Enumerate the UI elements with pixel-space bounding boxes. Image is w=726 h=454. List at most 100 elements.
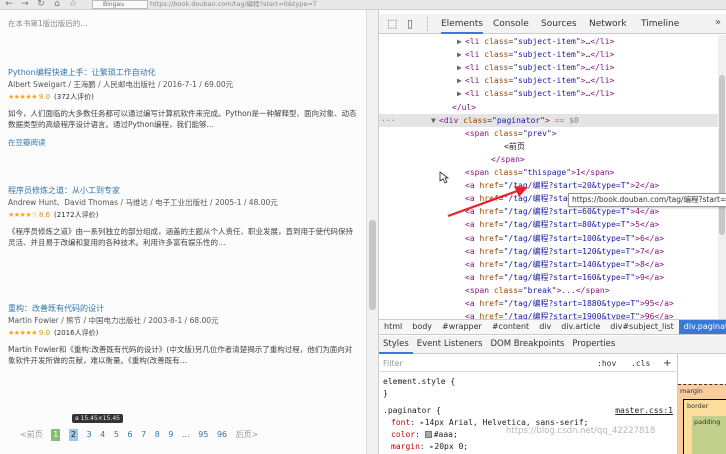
breadcrumb-item[interactable]: #wrapper [437, 320, 487, 334]
pager-link[interactable]: 6 [127, 429, 132, 441]
more-tabs-icon[interactable]: » [715, 17, 721, 28]
book-title-link[interactable]: 程序员修炼之道：从小工到专家 [8, 186, 358, 196]
pager-link[interactable]: 7 [141, 429, 146, 441]
expand-triangle-icon[interactable]: ▶ [457, 61, 465, 74]
pager-link[interactable]: 5 [114, 429, 119, 441]
tab-sources[interactable]: Sources [541, 18, 577, 30]
css-property-row[interactable]: margin: ▸20px 0; [391, 441, 468, 453]
dom-scrollbar[interactable] [718, 35, 726, 319]
dom-attr-value[interactable]: "/tag/编程?start=1880&type=T" [504, 299, 640, 308]
dom-tag-open: <a [465, 194, 475, 204]
dom-node-row[interactable]: <span class="break">...</span> [379, 284, 726, 297]
breadcrumb-item[interactable]: body [407, 320, 437, 334]
dom-node-row[interactable]: ▶ <li class="subject-item">…</li> [379, 48, 726, 61]
css-prop-value[interactable]: #aaa; [434, 430, 458, 439]
element-size-tooltip: a 15.45×15.45 [72, 414, 123, 423]
expand-triangle-icon[interactable]: ▶ [457, 35, 465, 48]
breadcrumb-item[interactable]: html [379, 320, 407, 334]
address-site-chip[interactable]: Bingau [92, 0, 148, 9]
color-swatch-icon[interactable] [424, 431, 432, 438]
dom-attr-value[interactable]: "/tag/编程?start=60&type=T" [504, 207, 631, 216]
dom-node-row[interactable]: <a href="/tag/编程?start=160&type=T">9</a> [379, 271, 726, 284]
dom-attr-value[interactable]: "/tag/编程?start=20&type=T" [504, 181, 631, 190]
page-scrollbar[interactable] [366, 10, 378, 454]
dom-node-row[interactable]: <前页 [379, 140, 726, 153]
tab-console[interactable]: Console [493, 18, 529, 30]
inspect-element-icon[interactable]: ⬚ [387, 17, 397, 30]
dom-attr-value[interactable]: "/tag/编程?start=160&type=T" [504, 273, 636, 282]
pager-link[interactable]: 2 [68, 429, 78, 441]
tab-network[interactable]: Network [589, 18, 627, 30]
pager-next[interactable]: 后页> [236, 429, 259, 441]
tab-timeline[interactable]: Timeline [641, 18, 679, 30]
css-property-row[interactable]: color: #aaa; [391, 429, 458, 441]
dom-attr-value[interactable]: "/tag/编程?start=100&type=T" [504, 234, 636, 243]
dom-node-row[interactable]: <a href="/tag/编程?start=1880&type=T">95</… [379, 297, 726, 310]
pager-link[interactable]: 9 [168, 429, 173, 441]
hover-state-toggle[interactable]: :hov [597, 356, 616, 372]
dom-node-row[interactable]: <a href="/tag/编程?start=120&type=T">7</a> [379, 245, 726, 258]
dom-node-row[interactable]: <a href="/tag/编程?start=140&type=T">8</a> [379, 258, 726, 271]
refresh-icon[interactable]: ↻ [36, 0, 46, 9]
dom-node-row[interactable]: ··· ▼ <div class="paginator"> == $0 [379, 113, 726, 127]
dom-node-row[interactable]: ▶ <li class="subject-item">…</li> [379, 35, 726, 48]
book-title-link[interactable]: 重构：改善既有代码的设计 [8, 304, 358, 314]
expand-triangle-icon[interactable]: ▶ [457, 48, 465, 61]
dom-node-row[interactable]: <span class="thispage">1</span> [379, 166, 726, 179]
dom-node-row[interactable]: <span class="prev"> [379, 127, 726, 140]
breadcrumb-item[interactable]: div#subject_list [605, 320, 678, 334]
node-menu-dots[interactable]: ··· [381, 114, 395, 127]
styles-filter-input[interactable]: Filter [383, 356, 403, 372]
pager-link[interactable]: 3 [87, 429, 92, 441]
pager-prev[interactable]: <前页 [20, 429, 43, 441]
pager-link[interactable]: 4 [100, 429, 105, 441]
scrollbar-thumb[interactable] [369, 220, 376, 310]
pager-link[interactable]: 8 [155, 429, 160, 441]
read-online-link[interactable]: 在豆瓣阅读 [8, 137, 358, 148]
breadcrumb-item[interactable]: #content [487, 320, 534, 334]
subtab-event-listeners[interactable]: Event Listeners [413, 336, 487, 352]
book-title-link[interactable]: Python编程快速上手：让繁琐工作自动化 [8, 68, 358, 78]
collapse-triangle-icon[interactable]: ▼ [431, 114, 439, 127]
dom-tree[interactable]: ▶ <li class="subject-item">…</li> ▶ <li cla… [379, 35, 726, 319]
css-prop-value[interactable]: 20px 0; [434, 442, 468, 451]
dom-node-row[interactable]: ▶ <li class="subject-item">…</li> [379, 87, 726, 100]
breadcrumb-item[interactable]: div.article [556, 320, 605, 334]
dom-attr-value[interactable]: "/tag/编程?start=80&type=T" [504, 220, 631, 229]
dom-node-row[interactable]: <a href="/tag/编程?start=60&type=T">4</a> [379, 205, 726, 218]
dom-node-row[interactable]: </span> [379, 153, 726, 166]
pager-link[interactable]: 95 [198, 429, 208, 441]
expand-triangle-icon[interactable]: ▶ [457, 74, 465, 87]
pager-link[interactable]: 96 [217, 429, 227, 441]
breadcrumb-item[interactable]: div [534, 320, 556, 334]
tab-elements[interactable]: Elements [441, 18, 483, 34]
home-icon[interactable]: ⌂ [52, 0, 62, 9]
dom-node-row[interactable]: <a href="/tag/编程?start=20&type=T">2</a> [379, 179, 726, 192]
expand-triangle-icon[interactable]: ▶ [457, 87, 465, 100]
rule-source-link[interactable]: master.css:1 [615, 405, 673, 417]
dom-attr-value[interactable]: "/tag/编程?start=1900&type=T" [504, 312, 640, 319]
device-mode-icon[interactable]: ▯ [407, 17, 413, 30]
dom-node-row[interactable]: ▶ <li class="subject-item">…</li> [379, 74, 726, 87]
address-bar[interactable]: https://book.douban.com/tag/编程?start=0&t… [150, 0, 368, 9]
breadcrumb-item[interactable]: div.paginator [678, 320, 726, 334]
star-icon[interactable]: ☆ [68, 0, 78, 9]
subtab-dom-breakpoints[interactable]: DOM Breakpoints [486, 336, 568, 352]
dom-node-row[interactable]: <a href="/tag/编程?start=80&type=T">5</a> [379, 218, 726, 231]
class-toggle[interactable]: .cls [631, 356, 650, 372]
dom-node-row[interactable]: <a href="/tag/编程?start=100&type=T">6</a> [379, 232, 726, 245]
subtab-properties[interactable]: Properties [568, 336, 619, 352]
back-icon[interactable]: ← [4, 0, 14, 9]
styles-pane: element.style { } .paginator { master.cs… [379, 374, 677, 454]
subtab-styles[interactable]: Styles [379, 336, 413, 354]
add-rule-button[interactable]: + [663, 356, 671, 372]
dom-attr-value[interactable]: "/tag/编程?start=120&type=T" [504, 247, 636, 256]
dom-attr-name: href [479, 207, 499, 217]
dom-node-row[interactable]: ▶ <li class="subject-item">…</li> [379, 61, 726, 74]
dom-node-row[interactable]: </ul> [379, 101, 726, 114]
dom-node-row[interactable]: <a href="/tag/编程?start=1900&type=T">96</… [379, 310, 726, 319]
scrollbar-thumb[interactable] [719, 75, 725, 235]
dom-attr-name: href [479, 272, 499, 282]
dom-attr-value[interactable]: "/tag/编程?start=140&type=T" [504, 260, 636, 269]
forward-icon[interactable]: → [20, 0, 30, 9]
